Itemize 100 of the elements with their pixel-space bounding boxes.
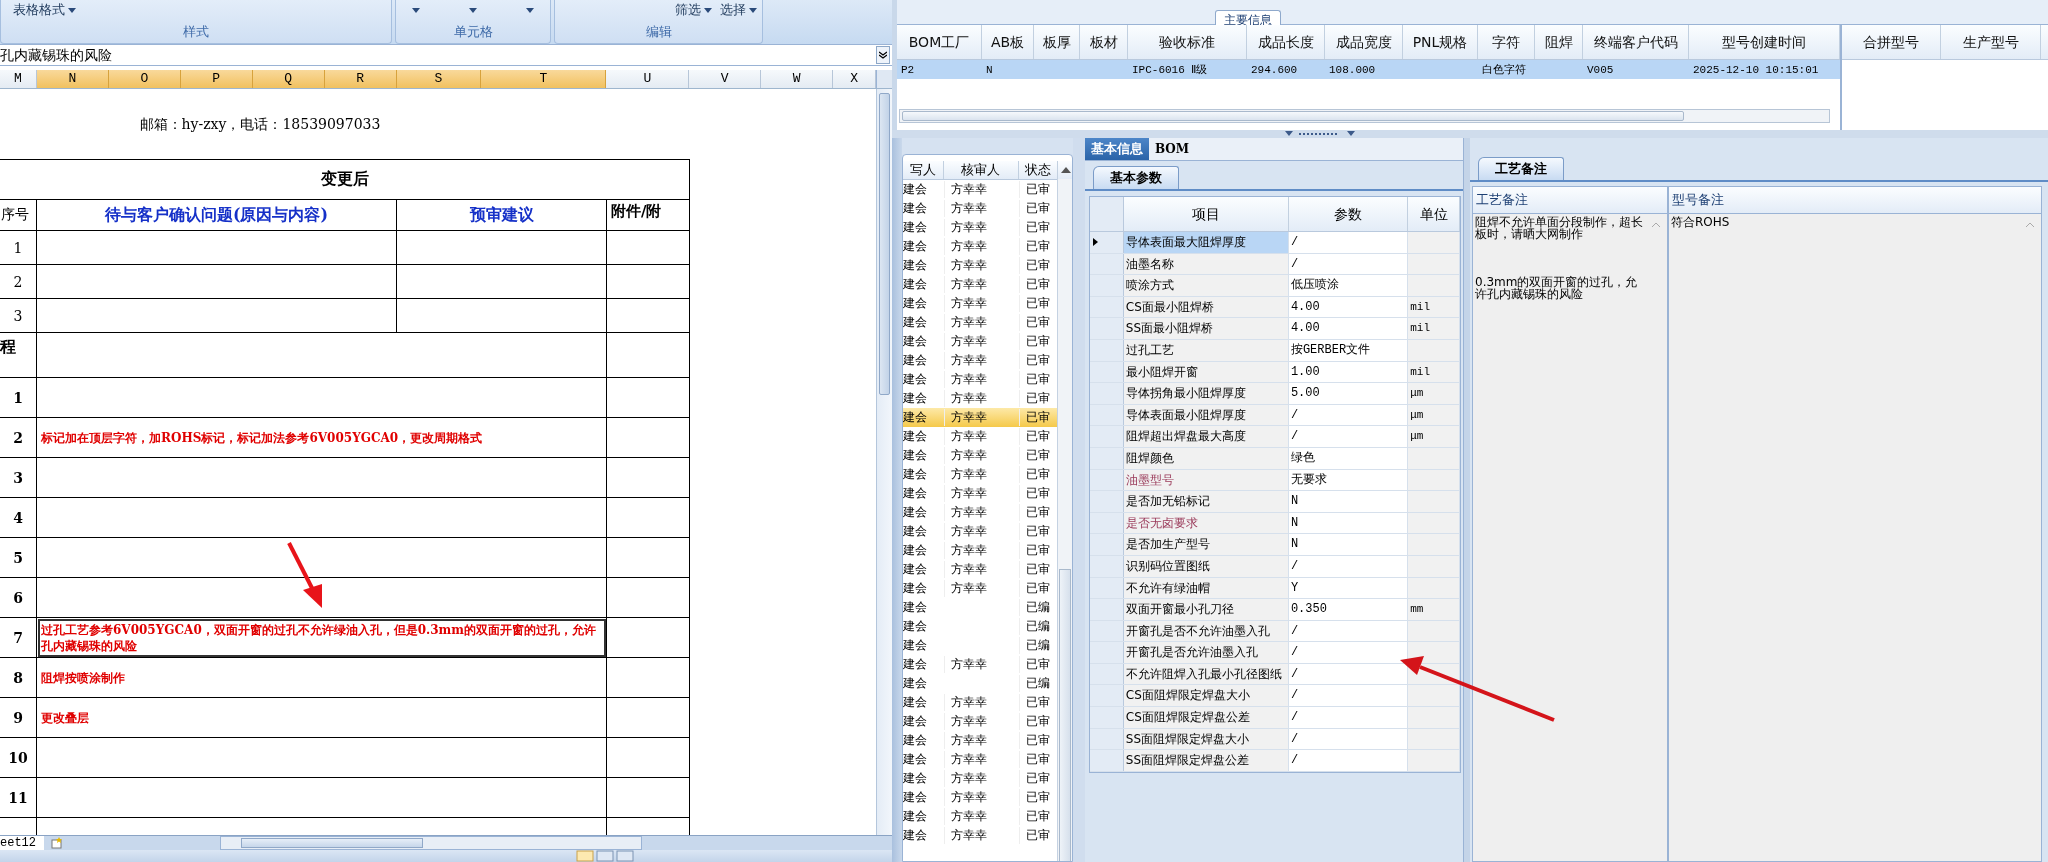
table-cell: 方幸幸 xyxy=(943,485,1019,502)
column-header[interactable]: R xyxy=(324,70,397,88)
column-header[interactable]: U xyxy=(606,70,690,88)
column-header[interactable]: PNL规格 xyxy=(1403,25,1478,59)
table-cell: 方幸幸 xyxy=(943,466,1019,483)
ribbon-command[interactable]: 选择 xyxy=(720,1,757,19)
ribbon-command[interactable]: 表格格式 xyxy=(13,1,76,19)
table-cell[interactable] xyxy=(36,777,607,818)
table-cell[interactable]: / xyxy=(1288,707,1409,728)
column-header[interactable]: 成品长度 xyxy=(1247,25,1325,59)
column-header[interactable]: 合拼型号 xyxy=(1842,25,1941,59)
scroll-button[interactable] xyxy=(876,70,892,88)
sheet-tab[interactable]: eet12 xyxy=(0,836,44,850)
column-header[interactable]: AB板 xyxy=(982,25,1034,59)
table-cell[interactable] xyxy=(36,377,607,418)
column-header[interactable]: P xyxy=(180,70,253,88)
caret-icon[interactable] xyxy=(525,7,534,13)
table-cell[interactable] xyxy=(36,497,607,538)
new-sheet-icon[interactable] xyxy=(50,837,64,849)
column-header[interactable]: X xyxy=(833,70,877,88)
table-cell[interactable]: 过孔工艺参考6V005YGCA0，双面开窗的过孔不允许绿油入孔，但是0.3mm的双面开窗的过孔，允许孔内藏锡珠的风险 xyxy=(36,617,607,658)
scrollbar[interactable] xyxy=(876,89,892,835)
column-header[interactable]: 终端客户代码 xyxy=(1583,25,1689,59)
column-header[interactable]: O xyxy=(108,70,181,88)
scroll-up-icon[interactable] xyxy=(1060,167,1071,173)
table-cell-text: 建会 xyxy=(902,447,928,464)
table-cell[interactable]: 更改叠层 xyxy=(36,697,607,738)
scrollbar[interactable] xyxy=(220,836,642,850)
table-cell[interactable]: 标记加在顶层字符，加ROHS标记，标记加法参考6V005YGCA0，更改周期格式 xyxy=(36,417,607,458)
formula-field[interactable]: 孔内藏锡珠的风险 xyxy=(0,45,876,65)
table-cell[interactable]: 4.00 xyxy=(1288,318,1409,339)
column-header[interactable]: 板厚 xyxy=(1034,25,1080,59)
table-row[interactable]: P2 N IPC-6016 Ⅱ级 294.600 108.000 白色字符 V005 2025-12-10 10:15:01 xyxy=(897,60,1840,79)
caret-icon xyxy=(704,7,712,13)
tab[interactable]: 工艺备注 xyxy=(1478,157,1564,180)
column-header[interactable]: S xyxy=(396,70,482,88)
table-cell-text: 建会 xyxy=(902,808,928,825)
expand-button[interactable] xyxy=(876,46,890,64)
column-header[interactable]: 生产型号 xyxy=(1941,25,2041,59)
column-header[interactable]: V xyxy=(689,70,762,88)
column-header[interactable]: 字符 xyxy=(1478,25,1535,59)
annotation-arrow xyxy=(287,542,322,608)
table-cell: 方幸幸 xyxy=(943,257,1019,274)
column-header[interactable]: 参数 xyxy=(1288,197,1409,231)
table-cell: 5 xyxy=(0,537,37,578)
table-cell-text: 建会 xyxy=(902,181,928,198)
column-header[interactable]: 板材 xyxy=(1080,25,1128,59)
splitter-handle-icon[interactable] xyxy=(1285,131,1355,137)
table-cell[interactable] xyxy=(36,457,607,498)
scrollbar[interactable] xyxy=(899,109,1830,123)
scrollbar[interactable] xyxy=(1057,179,1073,861)
table-cell[interactable]: 5.00 xyxy=(1288,383,1409,404)
note-text: 符合ROHS xyxy=(1671,216,1731,228)
column-header[interactable]: 工艺备注 xyxy=(1473,187,1669,213)
table-cell: μm xyxy=(1408,404,1460,426)
table-cell[interactable]: N xyxy=(1288,491,1409,512)
column-header[interactable]: T xyxy=(481,70,607,88)
column-header[interactable]: 写人 xyxy=(902,161,944,179)
caret-icon[interactable] xyxy=(469,7,477,13)
table-cell-text: 建会 xyxy=(902,523,928,540)
ribbon-command[interactable]: 筛选 xyxy=(675,1,712,19)
column-header[interactable]: 状态 xyxy=(1018,161,1058,179)
table-cell[interactable]: / xyxy=(1288,426,1409,447)
table-cell[interactable] xyxy=(36,537,607,578)
tab[interactable]: 基本信息 xyxy=(1085,138,1149,160)
table-cell[interactable]: N xyxy=(1288,534,1409,555)
tab[interactable]: 基本参数 xyxy=(1093,166,1179,189)
column-header[interactable]: Q xyxy=(252,70,325,88)
row-indicator[interactable] xyxy=(1090,232,1124,253)
column-header[interactable]: 型号备注 xyxy=(1669,187,2041,213)
view-buttons-icon[interactable] xyxy=(576,850,636,862)
column-header[interactable]: 核审人 xyxy=(943,161,1019,179)
table-cell-text: V005 xyxy=(1586,63,1615,76)
column-header[interactable]: 项目 xyxy=(1123,197,1289,231)
column-header[interactable]: BOM工厂 xyxy=(897,25,982,59)
column-header[interactable]: M xyxy=(0,70,37,88)
table-cell[interactable]: / xyxy=(1288,750,1409,771)
table-cell: 方幸幸 xyxy=(943,656,1019,673)
table-cell[interactable]: / xyxy=(1288,232,1409,253)
table-title: 变更后 xyxy=(0,159,690,200)
column-header[interactable]: 型号创建时间 xyxy=(1689,25,1840,59)
corner-cell[interactable] xyxy=(1090,197,1124,231)
column-header[interactable]: 单位 xyxy=(1408,197,1460,231)
table-cell[interactable]: / xyxy=(1288,685,1409,707)
table-cell[interactable] xyxy=(36,737,607,778)
table-cell: μm xyxy=(1408,383,1460,404)
table-cell: 2 xyxy=(0,417,37,458)
tab[interactable]: BOM xyxy=(1149,138,1196,160)
column-header[interactable]: W xyxy=(761,70,834,88)
column-header[interactable]: 成品宽度 xyxy=(1325,25,1403,59)
column-header[interactable]: N xyxy=(36,70,109,88)
caret-icon[interactable] xyxy=(412,7,421,13)
column-header[interactable]: 验收标准 xyxy=(1128,25,1247,59)
table-cell-text: 建会 xyxy=(902,637,928,654)
splitter-bar[interactable] xyxy=(1463,138,1470,862)
list-row[interactable]: 建会 方幸幸 已审 xyxy=(902,408,1058,427)
table-cell[interactable]: 0.350 xyxy=(1288,599,1409,620)
column-header[interactable]: 阻焊 xyxy=(1535,25,1583,59)
table-cell[interactable]: 低压喷涂 xyxy=(1288,275,1409,296)
table-cell[interactable]: 阻焊按喷涂制作 xyxy=(36,657,607,698)
